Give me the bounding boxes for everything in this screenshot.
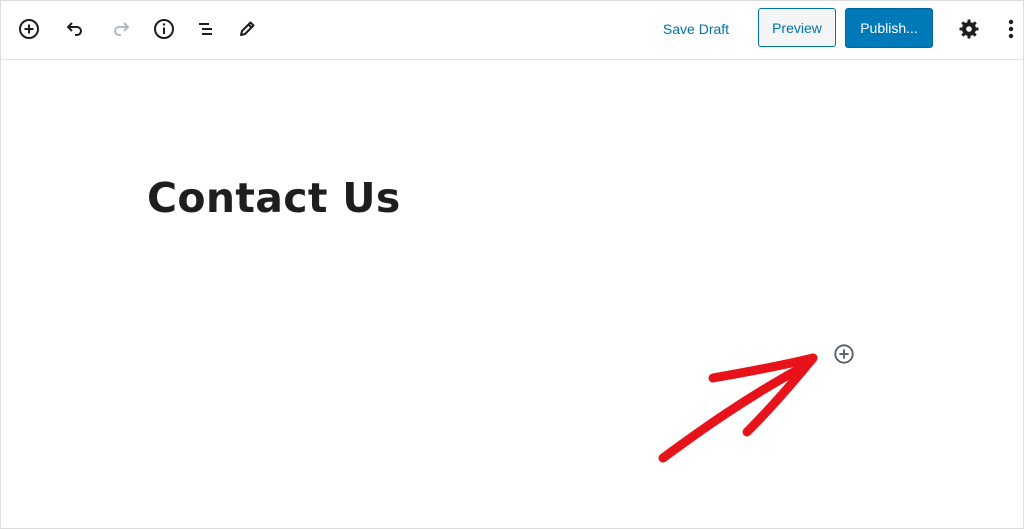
add-block-icon [834, 344, 854, 364]
undo-button[interactable] [58, 12, 92, 46]
post-title[interactable]: Contact Us [147, 173, 401, 223]
info-icon [154, 19, 174, 39]
more-options-button[interactable] [998, 12, 1024, 46]
undo-icon [67, 22, 82, 36]
gear-icon [959, 19, 979, 39]
annotation-arrow-icon [658, 353, 818, 463]
add-block-button[interactable] [12, 12, 46, 46]
settings-button[interactable] [952, 12, 986, 46]
tools-button[interactable] [230, 12, 264, 46]
top-toolbar: Save Draft Preview Publish... [1, 1, 1023, 60]
preview-button[interactable]: Preview [758, 8, 836, 47]
list-view-icon [199, 23, 212, 35]
add-block-icon [19, 19, 39, 39]
publish-button[interactable]: Publish... [845, 8, 933, 48]
list-view-button[interactable] [189, 12, 223, 46]
edit-icon [240, 21, 255, 36]
save-draft-button[interactable]: Save Draft [653, 17, 739, 41]
redo-button[interactable] [104, 12, 138, 46]
redo-icon [114, 22, 129, 36]
block-inserter-button[interactable] [832, 342, 856, 366]
editor-window: Save Draft Preview Publish... Contact Us [0, 0, 1024, 529]
editor-canvas: Contact Us [1, 60, 1023, 528]
more-options-icon [1008, 19, 1014, 39]
content-info-button[interactable] [147, 12, 181, 46]
